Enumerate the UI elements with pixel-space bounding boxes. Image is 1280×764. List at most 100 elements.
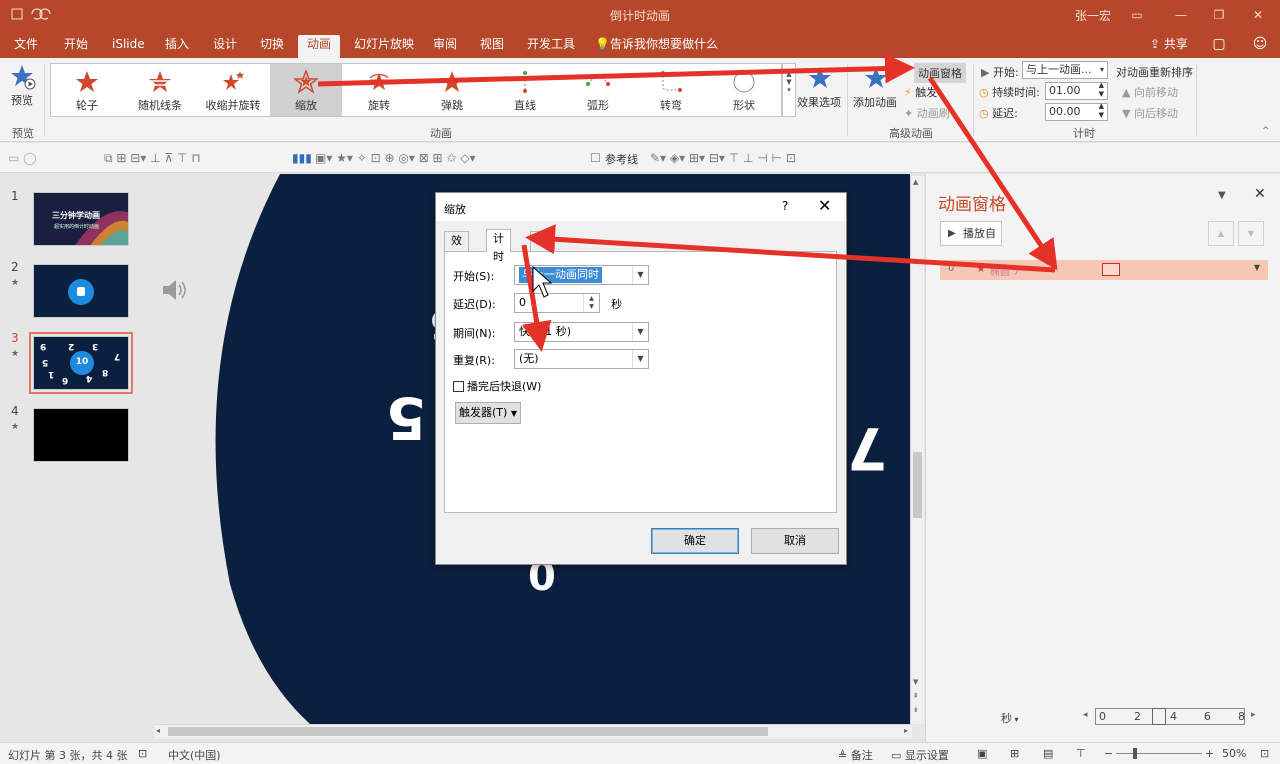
rewind-checkbox[interactable]: 播完后快退(W) — [453, 378, 541, 394]
effect-random-bars[interactable]: 随机线条 — [124, 64, 196, 116]
timeline: 秒 ▾ ◂ 0 2 4 6 8 ▸ — [1001, 708, 1256, 725]
period-select[interactable]: 快速(1 秒) ▼ — [514, 322, 649, 342]
tab-design[interactable]: 设计 — [207, 35, 243, 58]
move-down-icon[interactable]: ▼ — [1238, 221, 1264, 246]
zoom-slider-thumb[interactable] — [1133, 748, 1137, 759]
guides-checkbox[interactable]: ☐ — [590, 151, 601, 165]
tab-insert[interactable]: 插入 — [159, 35, 195, 58]
close-icon[interactable]: ✕ — [818, 196, 831, 215]
duration-spinner[interactable]: 01.00 ▲ ▼ — [1045, 81, 1108, 100]
trigger-button[interactable]: ⚡ 触发 — [904, 84, 937, 100]
timeline-right-icon[interactable]: ▸ — [1251, 710, 1256, 720]
effect-shrink-turn[interactable]: 收缩并旋转 — [197, 64, 269, 116]
tab-slideshow[interactable]: 幻灯片放映 — [348, 35, 420, 58]
toggle-switch[interactable]: ▭ ◯ — [8, 151, 37, 165]
tab-file[interactable]: 文件 — [8, 35, 44, 58]
effect-spin[interactable]: 旋转 — [343, 64, 415, 116]
slide-thumbnail-2[interactable] — [33, 264, 129, 318]
tab-effect[interactable]: 效果 — [444, 231, 469, 265]
start-select[interactable]: 与上一动画同时 ▼ — [514, 265, 649, 285]
tab-islide[interactable]: iSlide — [106, 35, 151, 58]
tab-transitions[interactable]: 切换 — [254, 35, 290, 58]
effect-options-button[interactable]: 效果选项 — [797, 94, 841, 110]
fit-slide-icon[interactable]: ⊡ — [1260, 747, 1269, 760]
ok-button[interactable]: 确定 — [651, 528, 739, 554]
animation-pane-button[interactable]: 动画窗格 — [914, 63, 966, 83]
animation-painter-button[interactable]: ✦ 动画刷 — [904, 105, 950, 121]
toolbar-icons-mid[interactable]: ▣▾ ★▾ ✧ ⊡ ⊕ ◎▾ ⊠ ⊞ ✩ ◇▾ — [315, 151, 476, 165]
horizontal-scrollbar[interactable]: ◂ ▸ — [154, 724, 912, 738]
add-animation-button[interactable]: 添加动画 — [853, 94, 897, 110]
zoom-slider[interactable] — [1116, 753, 1202, 754]
zoom-out-button[interactable]: − — [1104, 747, 1113, 760]
share-button[interactable]: ⇪ 共享 — [1150, 35, 1188, 53]
start-dropdown[interactable]: 与上一动画... ▾ — [1022, 61, 1108, 79]
smiley-icon[interactable]: ☺ — [1250, 34, 1270, 54]
tab-review[interactable]: 审阅 — [427, 35, 463, 58]
tab-developer[interactable]: 开发工具 — [521, 35, 581, 58]
help-icon[interactable]: ? — [782, 199, 788, 213]
slide-thumbnail-4[interactable] — [33, 408, 129, 462]
tab-text-animation[interactable]: 正文文本动画 — [530, 231, 555, 337]
effect-wheel[interactable]: 轮子 — [51, 64, 123, 116]
repeat-select[interactable]: (无) ▼ — [514, 349, 649, 369]
notes-button[interactable]: ≜ 备注 — [838, 747, 873, 763]
slideshow-icon[interactable]: ⊤ — [1076, 747, 1086, 760]
slide-sorter-icon[interactable]: ⊞ — [1010, 747, 1019, 760]
timeline-ruler[interactable]: 0 2 4 6 8 — [1095, 708, 1245, 725]
effect-turns[interactable]: 转弯 — [635, 64, 707, 116]
effect-bounce[interactable]: 弹跳 — [416, 64, 488, 116]
preview-button[interactable]: 预览 — [11, 92, 33, 108]
timeline-marker[interactable] — [1152, 708, 1166, 725]
move-earlier-button[interactable]: ▲ 向前移动 — [1122, 84, 1178, 100]
language[interactable]: 中文(中国) — [168, 747, 221, 763]
collapse-ribbon-icon[interactable]: ^ — [1262, 126, 1270, 136]
minimize-icon[interactable]: — — [1168, 4, 1194, 26]
turns-path-icon — [661, 71, 682, 92]
dialog-body: 开始(S): 与上一动画同时 ▼ 延迟(D): 0 ▲ ▼ 秒 期间(N): 快速(1… — [444, 251, 837, 513]
tab-timing[interactable]: 计时 — [486, 229, 511, 263]
delay-spinner[interactable]: 0 ▲ ▼ — [514, 293, 600, 313]
horizontal-scroll-thumb[interactable] — [168, 727, 768, 736]
slide-thumbnail-3[interactable]: 10 9 5 2 3 7 8 4 6 1 — [29, 332, 133, 394]
effect-arc[interactable]: 弧形 — [562, 64, 634, 116]
tell-me-search[interactable]: 💡告诉我你想要做什么 — [595, 35, 718, 53]
move-up-icon[interactable]: ▲ — [1208, 221, 1234, 246]
zoom-in-button[interactable]: + — [1205, 747, 1214, 760]
vertical-scrollbar[interactable]: ▲ ▼ ⇞ ⇟ — [910, 176, 924, 724]
triggers-button[interactable]: 触发器(T) ▼ — [455, 402, 521, 424]
slide-thumbnail-1[interactable]: 三分钟学动画 超实用的倒计时动画 — [33, 192, 129, 246]
pane-options-icon[interactable]: ▼ — [1218, 190, 1226, 201]
chart-icon[interactable]: ▮▮▮ — [292, 151, 312, 165]
ribbon-display-icon[interactable]: ▭ — [1124, 4, 1150, 26]
play-from-button[interactable]: ▶ 播放自 — [940, 221, 1002, 246]
pane-close-icon[interactable]: ✕ — [1254, 186, 1266, 202]
animation-list-item[interactable]: 0 ★ 椭圆 7 ▼ — [940, 260, 1268, 280]
display-settings-button[interactable]: ▭ 显示设置 — [891, 747, 949, 763]
vertical-scroll-thumb[interactable] — [913, 452, 922, 518]
effect-shapes[interactable]: 形状 — [708, 64, 780, 116]
tab-home[interactable]: 开始 — [58, 35, 94, 58]
effect-line[interactable]: 直线 — [489, 64, 561, 116]
user-name[interactable]: 张一宏 — [1075, 7, 1111, 24]
normal-view-icon[interactable]: ▣ — [977, 747, 987, 760]
delay-spinner[interactable]: 00.00 ▲ ▼ — [1045, 102, 1108, 121]
comments-icon[interactable]: ▢ — [1209, 34, 1229, 54]
toolbar-icons-left[interactable]: ⧉ ⊞ ⊟▾ ⊥ ⊼ ⊤ ⊓ — [104, 151, 201, 166]
toolbar-icons-right[interactable]: ✎▾ ◈▾ ⊞▾ ⊟▾ ⊤ ⊥ ⊣ ⊢ ⊡ — [650, 151, 796, 165]
tab-view[interactable]: 视图 — [474, 35, 510, 58]
effect-zoom[interactable]: 缩放 — [270, 64, 342, 116]
chevron-down-icon[interactable]: ▼ — [1254, 263, 1260, 272]
accessibility-icon[interactable]: ⊡ — [138, 747, 147, 760]
maximize-icon[interactable]: ❐ — [1206, 4, 1232, 26]
close-icon[interactable]: ✕ — [1245, 4, 1271, 26]
speaker-icon[interactable] — [160, 276, 190, 304]
timeline-left-icon[interactable]: ◂ — [1083, 710, 1088, 720]
cancel-button[interactable]: 取消 — [751, 528, 839, 554]
move-later-button[interactable]: ▼ 向后移动 — [1122, 105, 1178, 121]
timeline-unit[interactable]: 秒 — [1001, 712, 1012, 725]
reading-view-icon[interactable]: ▤ — [1043, 747, 1053, 760]
gallery-scroll[interactable]: ▲ ▼ ▾ — [782, 63, 796, 117]
zoom-level[interactable]: 50% — [1222, 747, 1246, 760]
tab-animations[interactable]: 动画 — [298, 35, 340, 58]
